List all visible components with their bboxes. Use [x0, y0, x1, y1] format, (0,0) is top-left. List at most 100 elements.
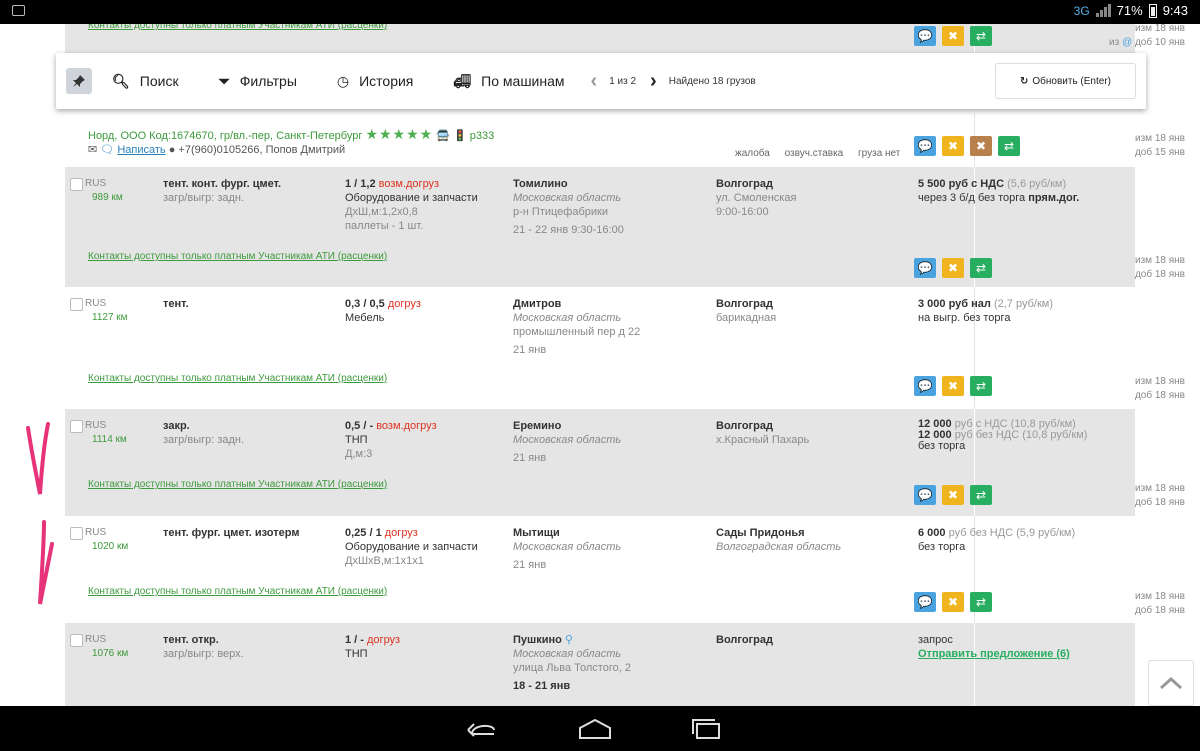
listing-partial-top: Контакты доступны только платным Участни…	[65, 24, 1135, 54]
contacts-paid-link[interactable]: Контакты доступны только платным Участни…	[88, 586, 387, 597]
contacts-paid-link[interactable]: Контакты доступны только платным Участни…	[88, 479, 387, 490]
select-checkbox[interactable]	[70, 633, 83, 647]
select-checkbox[interactable]	[70, 526, 83, 540]
row-actions: 💬 ✖ ⇄	[914, 26, 992, 46]
hide-button[interactable]: ✖	[942, 592, 964, 612]
loading-point: Мытищи Московская область 21 янв	[513, 527, 622, 571]
company-name[interactable]: Норд, ООО Код:1674670, гр/вл.-пер, Санкт…	[88, 130, 362, 142]
home-icon[interactable]	[578, 718, 612, 740]
mail-icon: ✉	[88, 144, 98, 156]
unloading-point: Волгоград барикадная	[716, 298, 777, 324]
send-offer-link[interactable]: Отправить предложение (6)	[918, 647, 1108, 661]
contacts-paid-link[interactable]: Контакты доступны только платным Участни…	[88, 373, 387, 384]
comment-button[interactable]: 💬	[914, 26, 936, 46]
transfer-button[interactable]: ⇄	[970, 485, 992, 505]
rate-info: 12 000 руб с НДС (10,8 руб/км) 12 000 ру…	[918, 418, 1088, 452]
listings-area[interactable]: Контакты доступны только платным Участни…	[0, 24, 1200, 706]
transfer-button[interactable]: ⇄	[998, 136, 1020, 156]
transfer-button[interactable]: ⇄	[970, 26, 992, 46]
company-actions: жалоба озвуч.ставка груза нет	[735, 148, 912, 159]
recent-apps-icon[interactable]	[691, 718, 723, 740]
hide-button[interactable]: ✖	[942, 376, 964, 396]
filter-icon: ⏷	[218, 72, 230, 89]
unloading-point: Сады Придонья Волгоградская область	[716, 527, 842, 553]
page-indicator: 1 из 2	[609, 75, 637, 87]
history-button[interactable]: ◷ История	[337, 73, 414, 90]
unloading-point: Волгоград	[716, 634, 773, 646]
prev-page-button[interactable]: ‹	[591, 70, 598, 93]
rate-info: запрос Отправить предложение (6)	[918, 633, 1108, 661]
found-count: Найдено 18 грузов	[668, 75, 756, 87]
scroll-top-button[interactable]	[1148, 660, 1194, 706]
body-type: закр. загр/выгр: задн.	[163, 420, 245, 446]
map-pin-icon[interactable]: ⚲	[565, 634, 573, 646]
select-checkbox[interactable]	[70, 177, 83, 191]
transfer-button[interactable]: ⇄	[970, 258, 992, 278]
cargo-info: 1 / - догруз ТНП	[345, 634, 401, 660]
transfer-button[interactable]: ⇄	[970, 376, 992, 396]
row-actions: 💬 ✖ ⇄	[914, 376, 992, 396]
loading-point: Еремино Московская область 21 янв	[513, 420, 622, 464]
listing-row[interactable]: RUS 1020 км тент. фург. цмет. изотерм 0,…	[65, 516, 1135, 623]
body-type: тент. откр. загр/выгр: верх.	[163, 634, 244, 660]
rate-info: 3 000 руб нал (2,7 руб/км) на выгр. без …	[918, 298, 1053, 324]
no-cargo-link[interactable]: груза нет	[858, 148, 900, 159]
back-icon[interactable]	[466, 718, 498, 740]
hide-button[interactable]: ✖	[942, 258, 964, 278]
voiced-rate-link[interactable]: озвуч.ставка	[785, 148, 844, 159]
body-type: тент.	[163, 298, 189, 310]
block-button[interactable]: ✖	[970, 136, 992, 156]
hide-button[interactable]: ✖	[942, 485, 964, 505]
operator-icon: ●	[168, 144, 176, 156]
clock: 9:43	[1162, 3, 1188, 18]
contacts-paid-link[interactable]: Контакты доступны только платным Участни…	[88, 251, 387, 262]
comment-button[interactable]: 💬	[914, 592, 936, 612]
signal-icon	[1095, 4, 1111, 17]
listing-row[interactable]: RUS 1114 км закр. загр/выгр: задн. 0,5 /…	[65, 409, 1135, 516]
listing-row[interactable]: RUS 1076 км тент. откр. загр/выгр: верх.…	[65, 623, 1135, 706]
traffic-light-icon: 🚦	[453, 130, 467, 142]
company-row: Норд, ООО Код:1674670, гр/вл.-пер, Санкт…	[65, 114, 1135, 167]
search-button[interactable]: 🔍︎ Поиск	[112, 73, 179, 90]
truck-badge-icon: 🚍	[436, 130, 450, 142]
body-type: тент. фург. цмет. изотерм	[163, 527, 300, 539]
comment-button[interactable]: 💬	[914, 136, 936, 156]
comment-button[interactable]: 💬	[914, 258, 936, 278]
contacts-paid-link[interactable]: Контакты доступны только платным Участни…	[88, 24, 387, 31]
row-stamps: изм 18 янв доб 18 янв	[1134, 591, 1185, 616]
loading-point: Пушкино ⚲ Московская область улица Льва …	[513, 634, 631, 692]
android-status-bar: 3G 71% 9:43	[0, 0, 1200, 24]
row-actions: 💬 ✖ ⇄	[914, 258, 992, 278]
unloading-point: Волгоград ул. Смоленская 9:00-16:00	[716, 178, 797, 218]
comment-button[interactable]: 💬	[914, 485, 936, 505]
battery-icon	[1148, 3, 1157, 18]
rating-stars-icon: ★★★★★	[365, 126, 434, 142]
row-stamps: изм 18 янв доб 15 янв	[1134, 133, 1185, 158]
filters-button[interactable]: ⏷ Фильтры	[219, 73, 297, 90]
handwritten-check-marks	[26, 422, 54, 605]
listing-row[interactable]: RUS 989 км тент. конт. фург. цмет. загр/…	[65, 167, 1135, 287]
hide-button[interactable]: ✖	[942, 136, 964, 156]
select-checkbox[interactable]	[70, 419, 83, 433]
row-actions: 💬 ✖ ⇄	[914, 485, 992, 505]
select-checkbox[interactable]	[70, 297, 83, 311]
cargo-info: 1 / 1,2 возм.догруз Оборудование и запча…	[345, 178, 478, 232]
listing-row[interactable]: RUS 1127 км тент. 0,3 / 0,5 догруз Мебел…	[65, 287, 1135, 409]
next-page-button[interactable]: ›	[650, 70, 657, 93]
hide-button[interactable]: ✖	[942, 26, 964, 46]
complaint-link[interactable]: жалоба	[735, 148, 770, 159]
pin-button[interactable]	[66, 68, 92, 94]
row-stamps: изм 18 янв доб 18 янв	[1134, 376, 1185, 401]
body-type: тент. конт. фург. цмет. загр/выгр: задн.	[163, 178, 282, 204]
row-stamps: изм 18 янв доб 18 янв	[1134, 255, 1185, 280]
transfer-button[interactable]: ⇄	[970, 592, 992, 612]
comment-button[interactable]: 💬	[914, 376, 936, 396]
loading-point: Томилино Московская область р-н Птицефаб…	[513, 178, 624, 236]
row-stamps: изм 18 янв из @ доб 10 янв	[1109, 24, 1185, 48]
clock-icon: ◷	[336, 72, 350, 89]
row-actions: 💬 ✖ ✖ ⇄	[914, 136, 1020, 156]
by-cars-button[interactable]: 🚚︎ По машинам	[453, 73, 564, 90]
refresh-button[interactable]: ↻ Обновить (Enter)	[995, 63, 1136, 99]
write-link[interactable]: Написать	[117, 144, 165, 156]
cargo-info: 0,5 / - возм.догруз ТНП Д,м:3	[345, 420, 437, 460]
